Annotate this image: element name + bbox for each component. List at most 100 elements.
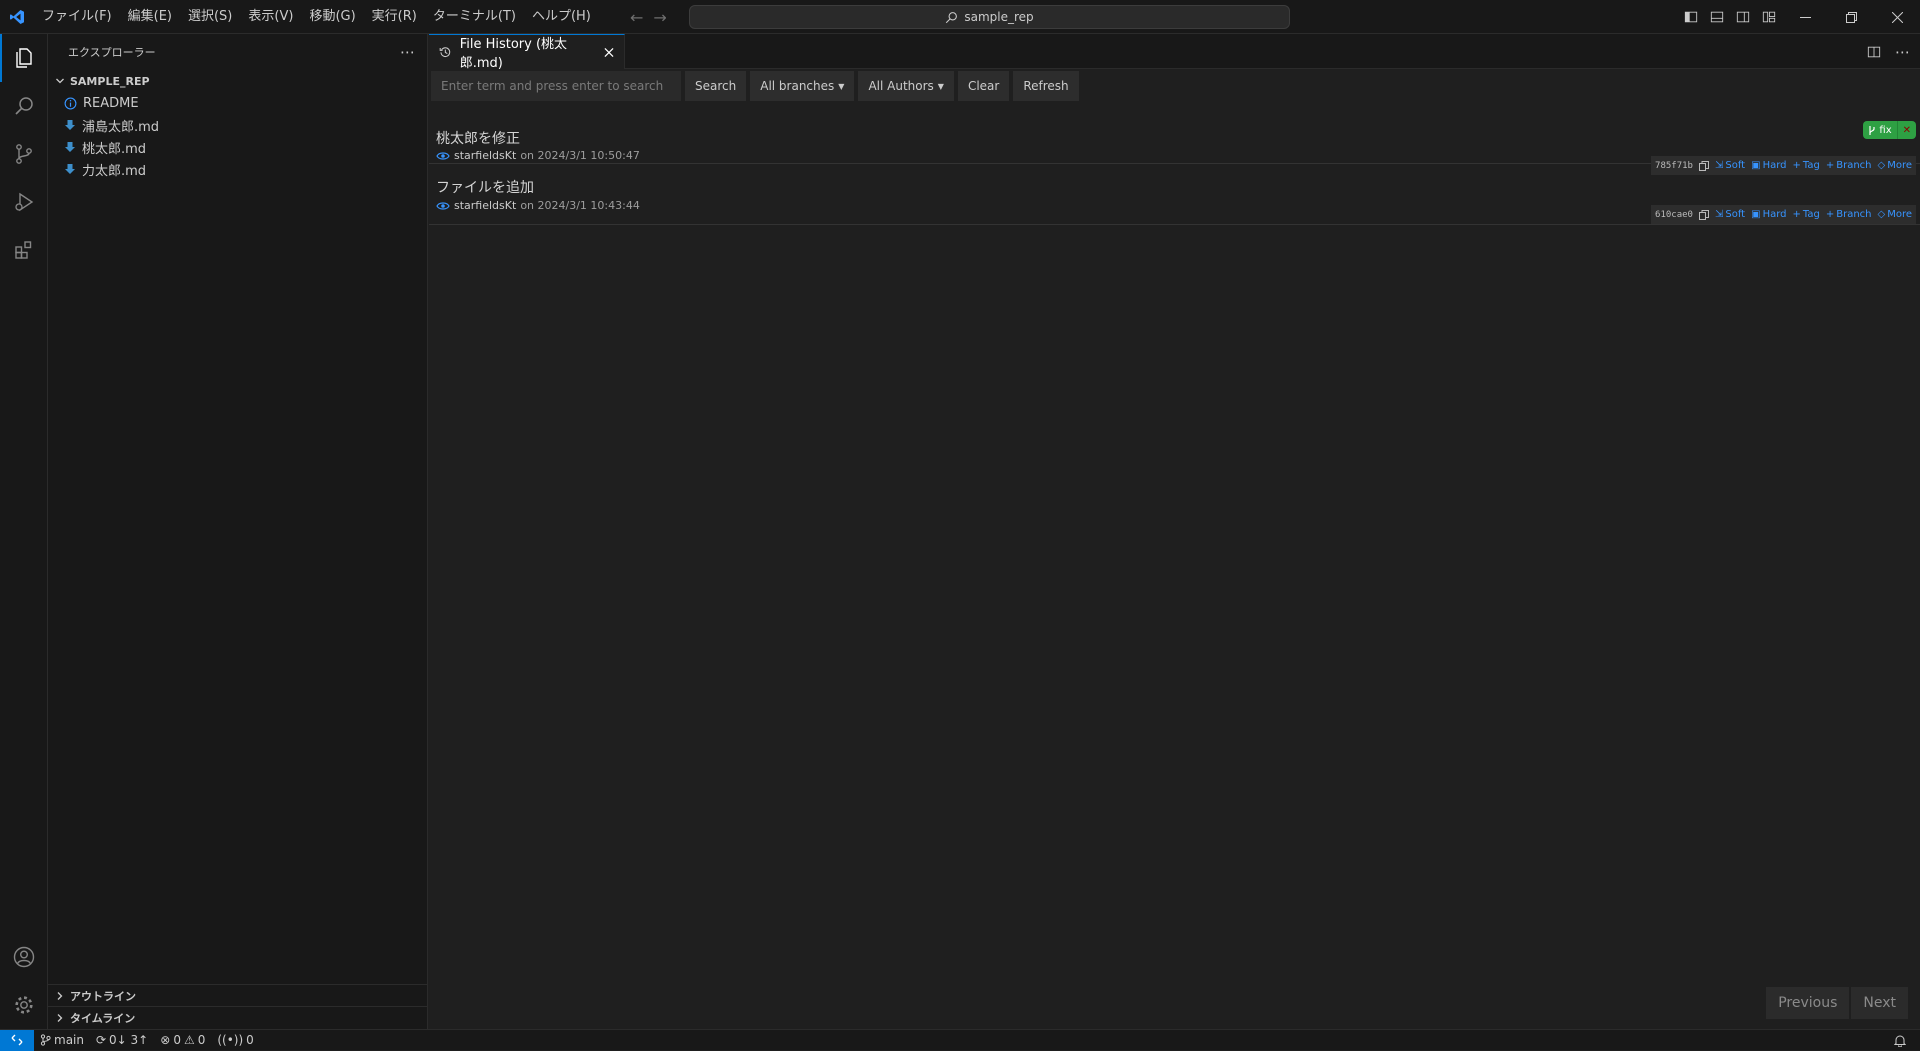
timeline-section[interactable]: タイムライン [48,1006,428,1028]
customize-layout-icon[interactable] [1756,0,1782,34]
ports-status[interactable]: ((•)) 0 [211,1030,259,1051]
close-window-icon[interactable] [1874,0,1920,34]
source-control-icon[interactable] [0,130,48,178]
notifications-bell-icon[interactable] [1894,1030,1906,1051]
run-debug-icon[interactable] [0,178,48,226]
more-label: More [1887,209,1912,220]
soft-reset-icon: ⇲ [1714,209,1724,220]
commit-row[interactable]: 桃太郎を修正 starfieldsKt on 2024/3/1 10:50:47… [429,102,1920,175]
remote-indicator-icon[interactable] [0,1029,34,1051]
menu-run[interactable]: 実行(R) [364,0,425,34]
branch-icon [1869,125,1875,135]
more-link[interactable]: ◇ More [1878,209,1913,220]
warning-icon: ⚠ [183,1033,195,1047]
soft-reset-link[interactable]: ⇲ Soft [1715,209,1745,220]
commit-hash[interactable]: 610cae0 [1655,210,1693,220]
previous-button[interactable]: Previous [1766,987,1850,1019]
menu-edit[interactable]: 編集(E) [120,0,180,34]
hard-reset-icon: ▣ [1751,209,1761,220]
command-center[interactable]: sample_rep [689,5,1290,29]
tab-file-history[interactable]: File History (桃太郎.md) [429,34,625,71]
remove-branch-icon[interactable]: ✕ [1896,121,1916,139]
close-tab-icon[interactable] [604,47,614,58]
add-tag-link[interactable]: + Tag [1793,209,1820,220]
sync-status[interactable]: ⟳ 0↓ 3↑ [90,1030,154,1051]
outline-label: アウトライン [70,989,136,1003]
menu-bar: ファイル(F) 編集(E) 選択(S) 表示(V) 移動(G) 実行(R) ター… [34,0,599,34]
commit-author[interactable]: starfieldsKt [454,199,516,212]
editor-actions: ⋯ [1867,34,1910,69]
clear-button[interactable]: Clear [957,71,1010,101]
branch-badge-label-wrap[interactable]: fix [1863,121,1897,139]
eye-icon[interactable] [436,151,450,161]
file-item-chikaratarou[interactable]: 力太郎.md [48,158,427,180]
menu-file[interactable]: ファイル(F) [34,0,120,34]
add-branch-link[interactable]: + Branch [1826,209,1872,220]
activity-bar-bottom [0,933,48,1029]
more-actions-icon[interactable]: ⋯ [400,43,415,61]
menu-view[interactable]: 表示(V) [240,0,301,34]
menu-selection[interactable]: 選択(S) [180,0,240,34]
commit-actions: 610cae0 ⇲ Soft ▣ Hard + Tag + Branch ◇ More [1651,205,1916,224]
soft-reset-label: Soft [1725,209,1746,220]
plus-icon: + [1825,209,1835,220]
commit-author[interactable]: starfieldsKt [454,149,516,162]
hard-reset-link[interactable]: ▣ Hard [1751,209,1786,220]
back-arrow-icon[interactable]: ← [630,8,643,27]
eye-icon[interactable] [436,201,450,211]
previous-label: Previous [1778,995,1838,1011]
toggle-primary-sidebar-icon[interactable] [1678,0,1704,34]
explorer-sidebar: エクスプローラー ⋯ SAMPLE_REP README 浦島太郎.md 桃太郎… [48,34,428,1029]
accounts-icon[interactable] [0,933,48,981]
authors-dropdown[interactable]: All Authors ▼ [858,71,954,101]
markdown-icon [65,120,75,130]
extensions-icon[interactable] [0,226,48,274]
search-button-label: Search [695,79,737,93]
toggle-panel-icon[interactable] [1704,0,1730,34]
branch-badge-label: fix [1879,124,1892,136]
sync-counts: 0↓ 3↑ [109,1033,149,1047]
refresh-button[interactable]: Refresh [1013,71,1079,101]
branch-status[interactable]: main [34,1030,90,1051]
commit-meta: starfieldsKt on 2024/3/1 10:50:47 [436,149,640,162]
split-editor-icon[interactable] [1867,45,1881,59]
file-label: 浦島太郎.md [82,119,160,135]
explorer-title: エクスプローラー [68,46,156,59]
branch-badge[interactable]: fix ✕ [1863,121,1916,139]
menu-help[interactable]: ヘルプ(H) [524,0,599,34]
workspace-folder[interactable]: SAMPLE_REP [48,70,427,92]
editor-area: File History (桃太郎.md) ⋯ Search All branc… [429,34,1920,1029]
file-item-urashima[interactable]: 浦島太郎.md [48,114,427,136]
chevron-right-icon [57,1013,63,1022]
menu-terminal[interactable]: ターミナル(T) [425,0,524,34]
commit-row[interactable]: ファイルを追加 starfieldsKt on 2024/3/1 10:43:4… [429,165,1920,225]
add-branch-label: Branch [1836,209,1872,220]
markdown-icon [65,164,75,174]
search-input[interactable] [431,71,681,101]
next-button[interactable]: Next [1851,987,1908,1019]
timeline-label: タイムライン [70,1011,136,1025]
settings-gear-icon[interactable] [0,981,48,1029]
search-button[interactable]: Search [685,71,747,101]
explorer-header: エクスプローラー ⋯ [48,34,427,70]
problems-status[interactable]: ⊗ 0 ⚠ 0 [154,1030,211,1051]
file-item-momotaro[interactable]: 桃太郎.md [48,136,427,158]
toggle-secondary-sidebar-icon[interactable] [1730,0,1756,34]
refresh-button-label: Refresh [1023,79,1069,93]
warning-count: 0 [197,1033,206,1047]
broadcast-icon: ((•)) [217,1033,244,1047]
forward-arrow-icon[interactable]: → [653,8,666,27]
minimize-icon[interactable] [1782,0,1828,34]
branches-dropdown[interactable]: All branches ▼ [750,71,855,101]
outline-section[interactable]: アウトライン [48,984,428,1006]
file-item-readme[interactable]: README [48,92,427,114]
explorer-icon[interactable] [0,34,48,82]
restore-icon[interactable] [1828,0,1874,34]
copy-icon[interactable] [1698,209,1709,220]
menu-go[interactable]: 移動(G) [301,0,363,34]
search-icon [946,11,958,23]
info-icon [64,97,77,109]
tab-bar: File History (桃太郎.md) ⋯ [429,34,1920,71]
search-view-icon[interactable] [0,82,48,130]
more-actions-icon[interactable]: ⋯ [1895,43,1910,61]
